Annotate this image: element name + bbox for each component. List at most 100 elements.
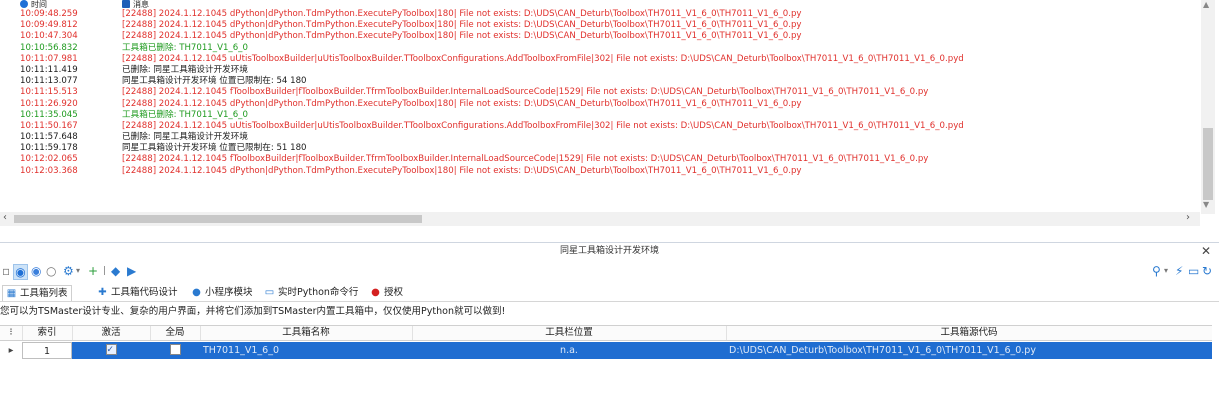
log-line-time: 10:11:15.513 xyxy=(20,87,78,98)
log-line[interactable]: 10:11:57.648 已删除: 同星工具箱设计开发环境 xyxy=(20,132,1195,143)
tab-bar: ▦ 工具箱列表 ✚ 工具箱代码设计 ● 小程序模块 ▭ 实时Python命令行 ● 授权 xyxy=(0,283,1219,302)
log-line-message: [22488] 2024.1.12.1045 fToolboxBuilder|f… xyxy=(122,154,929,165)
log-vertical-scrollbar[interactable]: ▲ ▼ xyxy=(1201,0,1215,214)
description-text: 您可以为TSMaster设计专业、复杂的用户界面，并将它们添加到TSMaster… xyxy=(0,306,506,317)
stop-icon[interactable]: ○ xyxy=(46,264,56,278)
log-line[interactable]: 10:11:26.920 [22488] 2024.1.12.1045 dPyth… xyxy=(20,99,1195,110)
column-header-active[interactable]: 激活 xyxy=(72,326,151,340)
log-line-time: 10:11:26.920 xyxy=(20,98,78,109)
tab-applet-module[interactable]: ● 小程序模块 xyxy=(191,285,252,300)
log-line[interactable]: 10:11:50.167 [22488] 2024.1.12.1045 uUtis… xyxy=(20,121,1195,132)
add-icon[interactable]: + xyxy=(88,264,98,278)
active-checkbox[interactable] xyxy=(105,342,117,359)
cell-global[interactable] xyxy=(150,342,200,359)
grid-view-icon[interactable]: ▫ xyxy=(2,264,10,278)
log-line-time: 10:10:56.832 xyxy=(20,42,78,53)
scroll-up-icon[interactable]: ▲ xyxy=(1203,0,1209,9)
log-line-time: 10:09:49.812 xyxy=(20,20,78,31)
log-line[interactable]: 10:11:59.178 同星工具箱设计开发环境 位置已限制在: 51 180 xyxy=(20,143,1195,154)
log-line-time: 10:09:48.259 xyxy=(20,9,78,19)
module-icon: ● xyxy=(192,287,201,298)
log-line[interactable]: 10:12:02.065 [22488] 2024.1.12.1045 fTool… xyxy=(20,154,1195,165)
log-vertical-scroll-thumb[interactable] xyxy=(1203,128,1213,200)
log-line-message: 已删除: 同星工具箱设计开发环境 xyxy=(122,132,248,143)
log-horizontal-scrollbar[interactable]: ‹ › xyxy=(0,212,1200,226)
log-line-message: 同星工具箱设计开发环境 位置已限制在: 51 180 xyxy=(122,143,307,154)
log-line[interactable]: 10:09:48.259 [22488] 2024.1.12.1045 dPyth… xyxy=(20,9,1195,20)
tab-toolbox-code-design[interactable]: ✚ 工具箱代码设计 xyxy=(97,285,177,300)
settings-icon[interactable]: ⚙ xyxy=(63,264,74,278)
log-line[interactable]: 10:09:49.812 [22488] 2024.1.12.1045 dPyth… xyxy=(20,20,1195,31)
terminal-icon: ▭ xyxy=(264,287,275,298)
cell-source-code[interactable]: D:\UDS\CAN_Deturb\Toolbox\TH7011_V1_6_0\… xyxy=(726,342,1212,359)
scroll-left-icon[interactable]: ‹ xyxy=(3,212,7,223)
column-header-toolbar-position[interactable]: 工具栏位置 xyxy=(412,326,727,340)
column-header-index[interactable]: 索引 xyxy=(22,326,73,340)
log-header: 时间 消息 xyxy=(0,0,1219,9)
panel-title: 同星工具箱设计开发环境 xyxy=(559,246,659,256)
run-icon[interactable]: ◉ xyxy=(13,264,28,280)
log-line-message: [22488] 2024.1.12.1045 fToolboxBuilder|f… xyxy=(122,87,929,98)
tab-license[interactable]: ● 授权 xyxy=(370,285,403,300)
column-header-source-code[interactable]: 工具箱源代码 xyxy=(726,326,1212,340)
log-line-time: 10:10:47.304 xyxy=(20,31,78,42)
toolbar: ▫ ◉ ◉ ○ ⚙ ▾ + | ◆ ▶ ⚲ ▾ ⚡ ▭ ↻ xyxy=(0,261,1219,281)
log-line-message: [22488] 2024.1.12.1045 dPython|dPython.T… xyxy=(122,31,802,42)
grid-header: ⁝ 索引 激活 全局 工具箱名称 工具栏位置 工具箱源代码 xyxy=(0,325,1212,341)
row-indicator-icon: ▸ xyxy=(8,345,14,356)
log-line[interactable]: 10:11:35.045 工具箱已删除: TH7011_V1_6_0 xyxy=(20,110,1195,121)
record-icon[interactable]: ◉ xyxy=(31,264,41,278)
time-column-icon xyxy=(20,0,28,8)
toolbox-panel: 同星工具箱设计开发环境 ✕ ▫ ◉ ◉ ○ ⚙ ▾ + | ◆ ▶ ⚲ ▾ ⚡ … xyxy=(0,242,1219,413)
log-line[interactable]: 10:11:13.077 同星工具箱设计开发环境 位置已限制在: 54 180 xyxy=(20,76,1195,87)
log-panel: 时间 消息 10:09:48.259 [22488] 2024.1.12.1045… xyxy=(0,0,1219,230)
log-line-message: 已删除: 同星工具箱设计开发环境 xyxy=(122,64,248,75)
scroll-down-icon[interactable]: ▼ xyxy=(1203,200,1209,209)
tab-python-cli[interactable]: ▭ 实时Python命令行 xyxy=(264,285,359,300)
cell-index[interactable]: 1 xyxy=(22,342,72,359)
search-dropdown-icon[interactable]: ▾ xyxy=(1164,264,1168,278)
global-checkbox[interactable] xyxy=(169,344,181,355)
log-line[interactable]: 10:10:56.832 工具箱已删除: TH7011_V1_6_0 xyxy=(20,43,1195,54)
log-line[interactable]: 10:11:07.981 [22488] 2024.1.12.1045 uUtis… xyxy=(20,54,1195,65)
log-line-time: 10:11:59.178 xyxy=(20,143,78,154)
pin-icon[interactable]: ⚡ xyxy=(1175,264,1183,278)
scroll-right-icon[interactable]: › xyxy=(1186,212,1190,223)
column-header-toolbox-name[interactable]: 工具箱名称 xyxy=(200,326,413,340)
refresh-icon[interactable]: ↻ xyxy=(1202,264,1212,278)
row-indicator-header: ⁝ xyxy=(0,326,23,340)
log-line-message: 同星工具箱设计开发环境 位置已限制在: 54 180 xyxy=(122,76,307,87)
table-row[interactable]: ▸ 1 TH7011_V1_6_0 n.a. D:\UDS\CAN_Deturb… xyxy=(0,342,1212,359)
play-icon[interactable]: ▶ xyxy=(127,264,136,278)
log-line[interactable]: 10:10:47.304 [22488] 2024.1.12.1045 dPyth… xyxy=(20,31,1195,42)
import-icon[interactable]: ◆ xyxy=(111,264,120,278)
cell-active[interactable] xyxy=(72,342,150,359)
log-line-message: [22488] 2024.1.12.1045 dPython|dPython.T… xyxy=(122,165,802,176)
log-line[interactable]: 10:11:11.419 已删除: 同星工具箱设计开发环境 xyxy=(20,65,1195,76)
cell-toolbox-name[interactable]: TH7011_V1_6_0 xyxy=(200,342,412,359)
log-line-message: [22488] 2024.1.12.1045 uUtisToolboxBuild… xyxy=(122,120,964,131)
settings-dropdown-icon[interactable]: ▾ xyxy=(76,264,80,278)
log-line[interactable]: 10:11:15.513 [22488] 2024.1.12.1045 fTool… xyxy=(20,87,1195,98)
cell-toolbar-position[interactable]: n.a. xyxy=(412,342,726,359)
close-icon[interactable]: ✕ xyxy=(1201,243,1211,259)
log-line-message: 工具箱已删除: TH7011_V1_6_0 xyxy=(122,42,248,53)
log-line-message: [22488] 2024.1.12.1045 dPython|dPython.T… xyxy=(122,20,802,31)
tab-toolbox-list[interactable]: ▦ 工具箱列表 xyxy=(2,285,72,301)
log-line-message: [22488] 2024.1.12.1045 dPython|dPython.T… xyxy=(122,9,802,19)
log-line-time: 10:11:11.419 xyxy=(20,64,78,75)
log-lines[interactable]: 10:09:48.259 [22488] 2024.1.12.1045 dPyth… xyxy=(20,9,1195,209)
column-header-global[interactable]: 全局 xyxy=(150,326,201,340)
log-line-time: 10:11:13.077 xyxy=(20,76,78,87)
toolbox-icon: ▦ xyxy=(6,288,17,299)
log-line-message: [22488] 2024.1.12.1045 uUtisToolboxBuild… xyxy=(122,53,964,64)
search-icon[interactable]: ⚲ xyxy=(1152,264,1161,278)
log-line[interactable]: 10:12:03.368 [22488] 2024.1.12.1045 dPyth… xyxy=(20,166,1195,177)
log-horizontal-scroll-thumb[interactable] xyxy=(14,215,422,223)
log-line-message: [22488] 2024.1.12.1045 dPython|dPython.T… xyxy=(122,98,802,109)
puzzle-icon: ✚ xyxy=(98,287,107,298)
log-line-time: 10:12:03.368 xyxy=(20,165,78,176)
separator-icon: | xyxy=(103,266,107,276)
window-icon[interactable]: ▭ xyxy=(1188,264,1199,278)
message-column-icon xyxy=(122,0,130,8)
